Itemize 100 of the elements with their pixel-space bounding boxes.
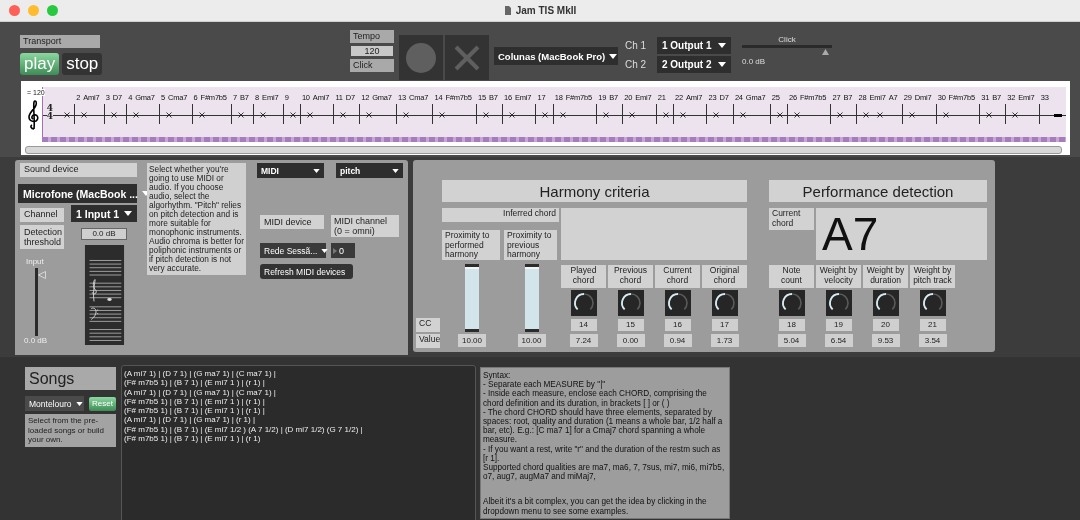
dial-knob[interactable] — [664, 290, 691, 316]
x-note-icon — [166, 112, 173, 118]
dial-knob[interactable] — [617, 290, 644, 316]
songs-hint: Select from the pre-loaded songs or build your own. — [25, 414, 116, 447]
document-icon — [503, 6, 512, 15]
syntax-line: - Inside each measure, enclose each CHORD, comprising the chord definition and its duration, in brackets [ ] or ( ) — [483, 389, 708, 408]
output-channel-dropdown[interactable]: 1 Output 1 — [657, 37, 731, 54]
section-header: Harmony criteria — [442, 180, 747, 202]
x-note-icon — [559, 112, 566, 118]
song-line: (F# m7b5 1) | (B 7 1) | (E mi7 1 ) | (r 1) — [124, 434, 262, 444]
tempo-field[interactable]: 120 — [351, 46, 393, 56]
transport-button[interactable]: stop — [62, 53, 103, 75]
midi-device-dropdown[interactable]: Rede Sessã... — [260, 243, 326, 258]
output-channel-dropdown[interactable]: 2 Output 2 — [657, 56, 731, 73]
cc-label: CC — [416, 318, 440, 332]
song-line: (A mi7 1) | (D 7 1) | (G ma7 1) | (r 1) | — [124, 415, 256, 425]
dial-knob[interactable] — [825, 290, 852, 316]
cc-number[interactable]: 17 — [711, 318, 738, 331]
song-text-area[interactable] — [121, 365, 476, 520]
caret-icon — [124, 211, 132, 216]
mode-description: Select whether you're going to use MIDI or audio. If you choose audio, select the algorhythm. "Pitch" relies on pitch detection and is more suitable for monophonic instruments. Audio chroma is better for poliphonic instruments or if pitch detection is not very accurate. — [147, 163, 246, 275]
dial-value: 6.54 — [824, 334, 853, 347]
x-note-icon — [680, 112, 686, 118]
caret-icon — [718, 43, 726, 48]
caret-icon — [718, 62, 726, 67]
x-note-icon — [629, 112, 636, 118]
cc-number[interactable]: 20 — [872, 318, 899, 331]
x-note-icon — [776, 112, 783, 118]
caret-icon — [75, 401, 83, 406]
song-line: (F# m7b5 1) | (B 7 1) | (E mi7 1/2 ) (A 7 1/2) | (D mi7 1/2) (G 7 1/2) | — [124, 424, 364, 435]
song-line: (A mi7 1) | (D 7 1) | (G ma7 1) | (C ma7 1) | — [124, 369, 277, 379]
threshold-field[interactable]: 0.0 dB — [81, 228, 127, 240]
input-channel-dropdown[interactable]: 1 Input 1 — [71, 205, 137, 222]
syntax-line: Syntax: — [483, 371, 512, 381]
song-line: (F# m7b5 1) | (B 7 1) | (E mi7 1 ) | (r 1) | — [124, 396, 265, 407]
dial-value: 7.24 — [569, 334, 598, 347]
scrollbar[interactable] — [25, 146, 1062, 154]
dial-knob[interactable] — [872, 290, 899, 316]
dial-value: 3.54 — [918, 334, 947, 347]
slider-thumb[interactable] — [821, 49, 829, 55]
sound-device-label: Sound device — [20, 163, 137, 177]
x-note-icon — [306, 112, 313, 118]
slider-value: 10.00 — [458, 334, 486, 347]
dial-knob[interactable] — [711, 290, 738, 316]
song-dropdown[interactable]: Montelouro — [25, 396, 84, 411]
cc-number[interactable]: 15 — [617, 318, 644, 331]
dial-value: 1.73 — [710, 334, 739, 347]
close-button[interactable] — [9, 5, 20, 16]
syntax-line: Supported chord qualities are ma7, ma6, 7, 7sus, mi7, mi6, mi7b5, o7, aug7, augMa7 and miMaj7, — [483, 463, 726, 482]
caret-icon — [313, 168, 320, 173]
x-note-icon — [110, 112, 117, 118]
cc-number[interactable]: 21 — [919, 318, 946, 331]
inferred-chord-label: Inferred chord — [442, 208, 559, 222]
midi-channel-field[interactable]: 0 — [331, 243, 355, 258]
syntax-line: - If you want a rest, write "r" and the duration of the restm such as [r 1]. — [483, 444, 722, 463]
syntax-line: Albeit it's a bit complex, you can get the idea by clicking in the dropdown menu to see some examples. — [483, 497, 708, 516]
dial-label: Weight by duration — [863, 265, 908, 288]
songs-title: Songs — [25, 367, 116, 390]
dial-knob[interactable] — [919, 290, 946, 316]
x-note-icon — [739, 112, 746, 118]
x-note-icon — [260, 112, 267, 118]
x-note-icon — [198, 112, 205, 118]
midi-channel-value: 0 — [339, 245, 344, 256]
algorithm-dropdown[interactable]: pitch — [336, 163, 403, 178]
click-toggle[interactable]: Click — [350, 59, 394, 72]
x-note-icon — [81, 112, 88, 118]
time-signature-top: 4 — [46, 104, 54, 112]
x-note-icon — [837, 112, 844, 118]
x-note-icon — [439, 112, 446, 118]
midi-device-label: MIDI device — [260, 215, 324, 229]
caret-icon — [321, 248, 329, 253]
x-note-icon — [793, 112, 800, 118]
click-volume-reading: 0.0 dB — [742, 57, 767, 66]
dial-label: Weight by velocity — [816, 265, 861, 288]
source-dropdown[interactable]: MIDI — [257, 163, 324, 178]
x-note-icon — [64, 112, 70, 118]
x-note-icon — [403, 112, 410, 118]
channel-label: Ch 2 — [625, 59, 648, 70]
dial-value: 5.04 — [777, 334, 806, 347]
slider-thumb[interactable] — [38, 271, 46, 280]
dial-label: Weight by pitch track — [910, 265, 955, 288]
refresh-button[interactable]: Refresh MIDI devices — [260, 264, 353, 279]
dial-knob[interactable] — [778, 290, 805, 316]
x-note-icon — [863, 112, 870, 118]
x-note-icon — [908, 112, 915, 118]
slider-value: 10.00 — [517, 334, 546, 347]
x-note-icon — [713, 112, 720, 118]
song-line: (F# m7b5 1) | (B 7 1) | (E mi7 1 ) | (r 1) | — [124, 406, 266, 416]
dial-knob[interactable] — [570, 290, 597, 316]
x-note-icon — [542, 112, 549, 118]
cc-number[interactable]: 18 — [778, 318, 805, 331]
cc-number[interactable]: 19 — [825, 318, 852, 331]
triangle-icon — [333, 247, 337, 254]
cc-number[interactable]: 14 — [570, 318, 597, 331]
dial-label: Note count — [769, 265, 814, 288]
window-title: Jam TIS MkII — [515, 5, 577, 16]
output-device-dropdown[interactable]: Colunas (MacBook Pro) — [494, 47, 618, 65]
cc-number[interactable]: 16 — [664, 318, 691, 331]
dial-value: 0.94 — [663, 334, 692, 347]
x-note-icon — [877, 112, 884, 118]
